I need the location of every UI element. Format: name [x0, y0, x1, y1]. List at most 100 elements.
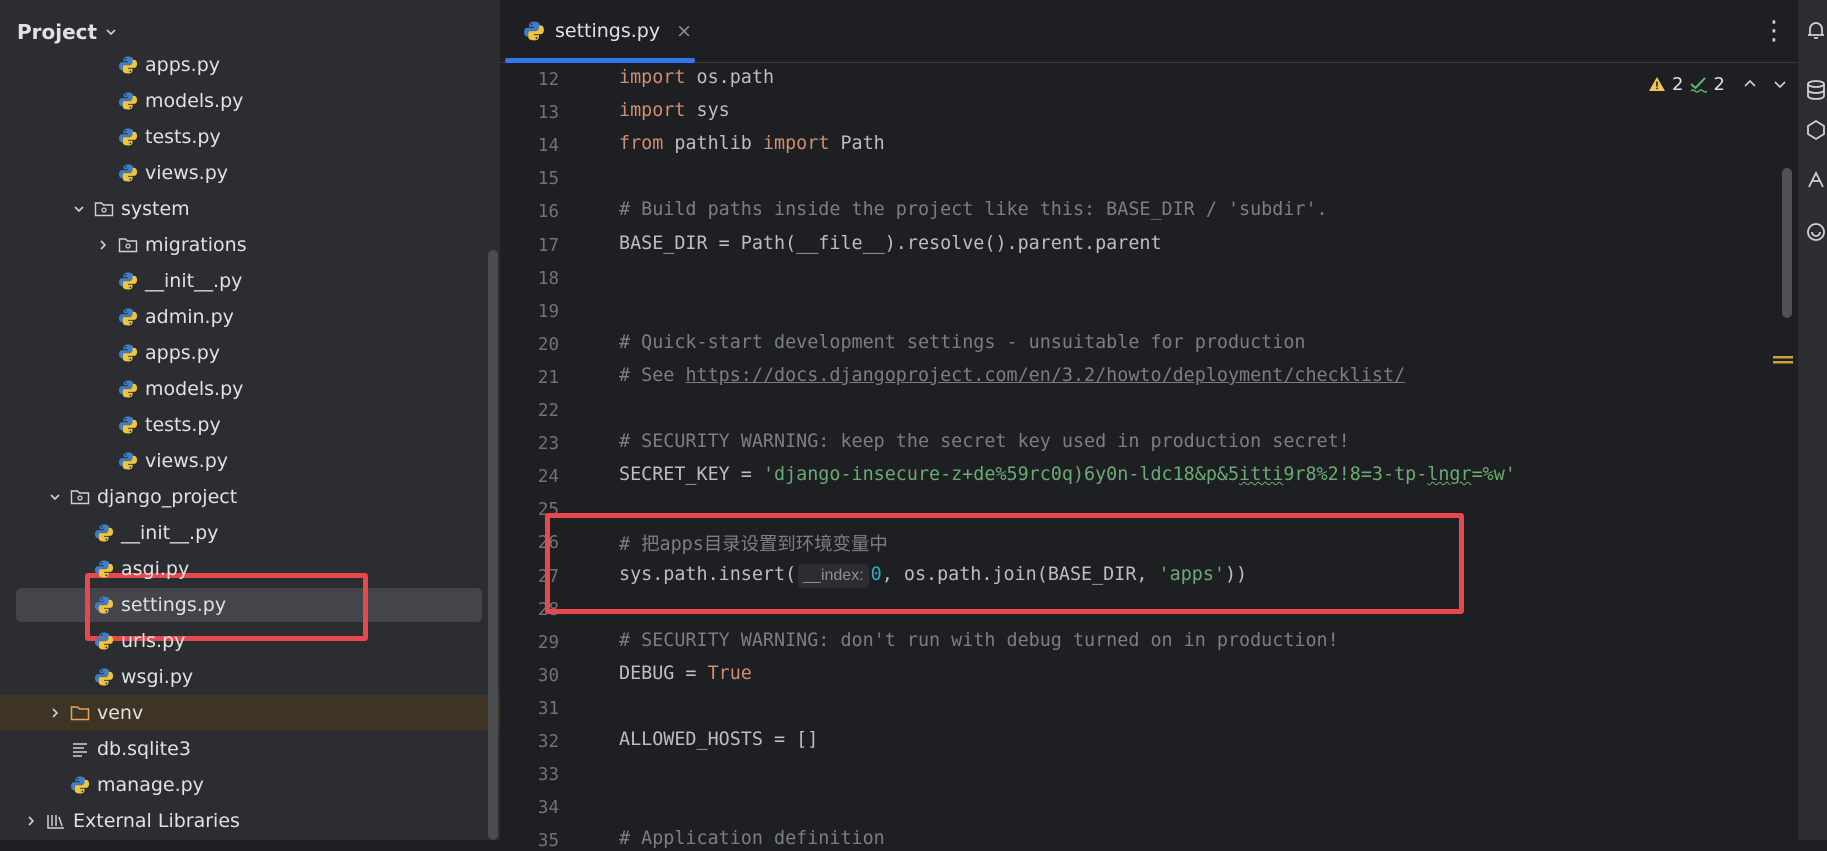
project-panel: Project apps.py models.py tests.py views.py… [0, 0, 500, 840]
tree-item[interactable]: admin.py [0, 299, 500, 335]
code-token: from [619, 133, 664, 155]
tree-item[interactable]: venv [0, 695, 500, 731]
tree-item[interactable]: system [0, 191, 500, 227]
editor-scrollbar[interactable] [1782, 168, 1792, 318]
code-line[interactable]: # See https://docs.djangoproject.com/en/… [619, 365, 1405, 386]
chevron-right-icon[interactable] [23, 813, 39, 829]
warning-count: 2 [1672, 73, 1684, 95]
tree-item-label: tests.py [145, 414, 221, 436]
code-line[interactable]: DEBUG = True [619, 663, 752, 684]
tree-item-label: views.py [145, 450, 228, 472]
code-line[interactable]: SECRET_KEY = 'django-insecure-z+de%59rc0… [619, 464, 1516, 485]
annotation-highlight-code [545, 513, 1464, 614]
code-line[interactable]: import os.path [619, 67, 774, 88]
code-token: os.path [685, 67, 775, 88]
package-folder-icon [118, 238, 138, 253]
ai-assistant-icon[interactable] [1804, 168, 1827, 192]
tree-item[interactable]: tests.py [0, 407, 500, 443]
chevron-down-icon[interactable] [103, 24, 119, 40]
tree-item-label: tests.py [145, 126, 221, 148]
line-number: 15 [537, 169, 559, 190]
tree-item-label: manage.py [97, 774, 204, 796]
chevron-right-icon[interactable] [95, 237, 111, 253]
code-token: Path [829, 133, 885, 155]
line-number: 29 [537, 632, 559, 653]
code-line[interactable]: from pathlib import Path [619, 133, 885, 154]
tree-item[interactable]: models.py [0, 83, 500, 119]
line-number: 21 [537, 367, 559, 388]
plugin-icon[interactable] [1804, 118, 1827, 142]
code-line[interactable]: ALLOWED_HOSTS = [] [619, 729, 818, 750]
python-file-icon [71, 776, 89, 794]
chevron-right-icon[interactable] [47, 705, 63, 721]
change-marker-icon[interactable] [1773, 356, 1793, 364]
code-token: https://docs.djangoproject.com/en/3.2/ho… [685, 364, 1406, 386]
folder-icon [70, 706, 90, 721]
code-line[interactable]: # Quick-start development settings - uns… [619, 332, 1305, 353]
tab-settings-py[interactable]: settings.py × [503, 0, 695, 63]
code-token: lngr [1427, 464, 1472, 486]
tree-item[interactable]: tests.py [0, 119, 500, 155]
line-number: 23 [537, 434, 559, 455]
tree-item-label: apps.py [145, 342, 221, 364]
tab-close-icon[interactable]: × [676, 20, 692, 42]
text-file-icon [73, 743, 87, 757]
python-file-icon [119, 56, 137, 74]
chevron-down-icon[interactable] [47, 489, 63, 505]
database-icon[interactable] [1804, 78, 1827, 102]
package-folder-icon [70, 490, 90, 505]
tree-item-label: settings.py [121, 594, 227, 616]
code-line[interactable]: # SECURITY WARNING: don't run with debug… [619, 630, 1339, 651]
inspection-widget[interactable]: 2 2 [1648, 70, 1789, 98]
project-panel-title[interactable]: Project [17, 20, 97, 44]
tree-item[interactable]: apps.py [0, 335, 500, 371]
tree-item-label: django_project [97, 486, 238, 508]
tree-item[interactable]: __init__.py [0, 515, 500, 551]
line-number: 22 [537, 401, 559, 421]
tree-item-label: system [121, 198, 190, 220]
code-token: # See [619, 364, 686, 386]
line-number: 12 [537, 70, 559, 90]
tree-item[interactable]: External Libraries [0, 803, 500, 839]
code-token: BASE_DIR = Path(__file__).resolve().pare… [619, 232, 1162, 254]
tree-item[interactable]: wsgi.py [0, 659, 500, 695]
code-token: 'django-insecure-z+de%59rc0q)6y0n-ldc18&… [762, 464, 1240, 486]
line-number: 30 [537, 665, 559, 686]
code-token: SECRET_KEY = [619, 464, 763, 486]
tree-item-label: __init__.py [145, 270, 243, 292]
line-number: 35 [537, 831, 559, 851]
tree-item[interactable]: django_project [0, 479, 500, 515]
tree-item[interactable]: manage.py [0, 767, 500, 803]
tree-item[interactable]: views.py [0, 155, 500, 191]
chevron-down-icon[interactable] [71, 201, 87, 217]
python-file-icon [119, 164, 137, 182]
tree-item[interactable]: apps.py [0, 47, 500, 83]
copilot-icon[interactable] [1804, 220, 1827, 244]
tree-item-label: asgi.py [121, 558, 190, 580]
editor-tab-bar: settings.py × ⋮ [501, 0, 1797, 63]
python-file-icon [95, 668, 113, 686]
more-options-icon[interactable]: ⋮ [1761, 14, 1787, 48]
code-line[interactable]: # Application definition [619, 828, 885, 849]
right-tool-strip [1797, 0, 1827, 840]
tree-item[interactable]: views.py [0, 443, 500, 479]
code-line[interactable]: # Build paths inside the project like th… [619, 199, 1328, 220]
notifications-icon[interactable] [1804, 18, 1827, 42]
project-panel-scrollbar[interactable] [488, 250, 498, 840]
tree-item[interactable]: db.sqlite3 [0, 731, 500, 767]
code-area[interactable]: import os.path import sys from pathlib imp… [619, 63, 1719, 849]
next-highlight-icon[interactable] [1771, 75, 1789, 93]
line-number: 17 [537, 235, 559, 256]
python-file-icon [119, 308, 137, 326]
tree-item[interactable]: __init__.py [0, 263, 500, 299]
code-line[interactable]: # SECURITY WARNING: keep the secret key … [619, 431, 1350, 452]
previous-highlight-icon[interactable] [1741, 75, 1759, 93]
tree-item-label: models.py [145, 90, 244, 112]
code-line[interactable]: BASE_DIR = Path(__file__).resolve().pare… [619, 233, 1162, 254]
python-file-icon [119, 452, 137, 470]
code-line[interactable]: import sys [619, 100, 730, 121]
tree-item[interactable]: migrations [0, 227, 500, 263]
editor-area: settings.py × ⋮ 12 13 14 15 16 17 18 19 20 21 22 23… [501, 0, 1797, 851]
tree-item[interactable]: models.py [0, 371, 500, 407]
code-token: # SECURITY WARNING: keep the secret key … [619, 431, 1350, 453]
